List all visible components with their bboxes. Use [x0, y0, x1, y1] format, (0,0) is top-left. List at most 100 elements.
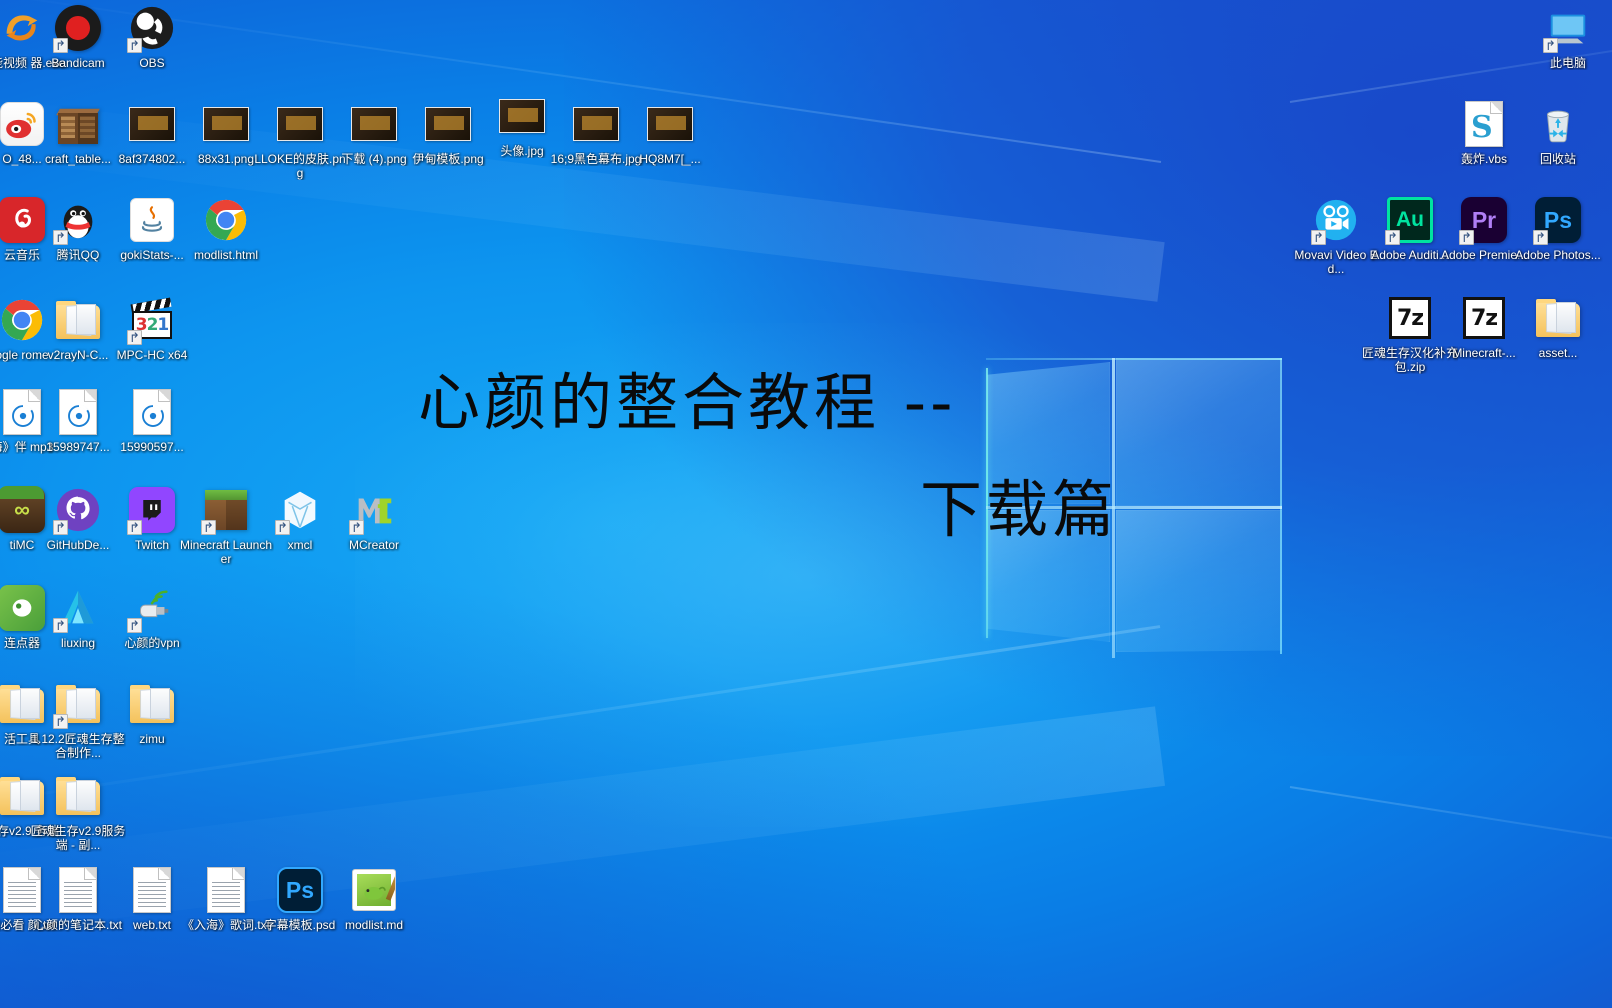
- desktop-icon-markdown-notepad[interactable]: modlist.md: [326, 866, 422, 932]
- folder-glyph: [1536, 299, 1580, 337]
- desktop-icon-folder[interactable]: asset...: [1510, 294, 1606, 360]
- shortcut-arrow-icon: [53, 714, 68, 729]
- desktop-icon-label: asset...: [1538, 346, 1578, 360]
- recycle-bin-icon: [1534, 100, 1582, 148]
- text-file-icon: [202, 866, 250, 914]
- audio-file-icon: [128, 388, 176, 436]
- desktop-icon-label: HQ8M7[_...: [639, 152, 701, 166]
- folder-glyph: [130, 685, 174, 723]
- image-file-icon: [128, 100, 176, 148]
- vbscript-file-icon: S: [1460, 100, 1508, 148]
- desktop-icon-mpc-hc[interactable]: 321 MPC-HC x64: [104, 296, 200, 362]
- adobe-photoshop-icon: Ps: [1533, 196, 1582, 245]
- image-file-icon: [646, 100, 694, 148]
- folder-icon: [1534, 294, 1582, 342]
- image-thumbnail: [425, 107, 471, 141]
- bandicam-icon: [53, 4, 102, 53]
- shortcut-arrow-icon: [127, 38, 142, 53]
- shortcut-arrow-icon: [1311, 230, 1326, 245]
- tencent-qq-icon: [53, 196, 102, 245]
- folder-icon: [54, 296, 102, 344]
- audio-doc: [59, 389, 97, 435]
- folder-icon: [128, 680, 176, 728]
- github-desktop-icon: [53, 486, 102, 535]
- image-thumbnail: [129, 107, 175, 141]
- desktop-icon-recycle-bin[interactable]: 回收站: [1510, 100, 1606, 166]
- image-thumbnail: [647, 107, 693, 141]
- sevenzip-archive-icon: 7z: [1460, 294, 1508, 342]
- windows-logo-pane-top-left: [987, 362, 1110, 504]
- image-file-icon: [572, 100, 620, 148]
- folder-icon: [53, 680, 102, 729]
- image-thumbnail: [351, 107, 397, 141]
- sevenzip-archive-icon: 7z: [1386, 294, 1434, 342]
- obs-icon: [127, 4, 176, 53]
- adobe-premiere-icon: Pr: [1459, 196, 1508, 245]
- desktop-icon-folder[interactable]: zimu: [104, 680, 200, 746]
- windows-logo-pane-bottom-right: [1116, 510, 1282, 652]
- desktop-icon-folder[interactable]: 匠魂生存v2.9服务端 - 副...: [30, 772, 126, 852]
- twitch-icon: [127, 486, 176, 535]
- windows-logo: [986, 358, 1282, 658]
- desktop-icon-audio-file[interactable]: 15990597...: [104, 388, 200, 454]
- text-file-icon: [128, 866, 176, 914]
- shortcut-arrow-icon: [127, 330, 142, 345]
- desktop-icon-label: MPC-HC x64: [116, 348, 188, 362]
- shortcut-arrow-icon: [1385, 230, 1400, 245]
- mpc-hc-icon: 321: [127, 296, 176, 345]
- windows-logo-edge-left: [986, 368, 988, 638]
- image-file-icon: [424, 100, 472, 148]
- shortcut-arrow-icon: [1543, 38, 1558, 53]
- shortcut-arrow-icon: [53, 230, 68, 245]
- chrome-html-icon: [202, 196, 250, 244]
- desktop-icon-label: 心颜的vpn: [124, 636, 180, 650]
- windows-logo-divider-vertical: [1112, 358, 1115, 658]
- liuxing-icon: [53, 584, 102, 633]
- desktop-icon-label: zimu: [139, 732, 165, 746]
- photoshop-file-icon: Ps: [276, 866, 324, 914]
- minecraft-launcher-icon: [201, 486, 250, 535]
- vpn-usb-icon: [127, 584, 176, 633]
- image-thumbnail: [499, 99, 545, 133]
- shortcut-arrow-icon: [201, 520, 216, 535]
- crafting-table-glyph: [56, 102, 100, 146]
- markdown-notepad-icon: [350, 866, 398, 914]
- windows-logo-divider-horizontal: [986, 506, 1282, 509]
- windows-logo-edge-top: [986, 358, 1282, 360]
- image-file-icon: [276, 100, 324, 148]
- java-jar-icon: [128, 196, 176, 244]
- desktop-icon-label: 匠魂生存v2.9服务端 - 副...: [30, 824, 126, 852]
- shortcut-arrow-icon: [349, 520, 364, 535]
- desktop-icon-label: MCreator: [348, 538, 399, 552]
- vbs-doc: S: [1465, 101, 1503, 147]
- desktop-icon-label: modlist.html: [193, 248, 258, 262]
- movavi-video-editor-icon: [1311, 196, 1360, 245]
- shortcut-arrow-icon: [53, 618, 68, 633]
- this-pc-icon: [1543, 4, 1592, 53]
- windows-logo-pane-top-right: [1116, 358, 1282, 506]
- image-thumbnail: [277, 107, 323, 141]
- text-doc: [59, 867, 97, 913]
- image-thumbnail: [573, 107, 619, 141]
- desktop-icon-label: modlist.md: [344, 918, 403, 932]
- desktop-icon-image-file[interactable]: HQ8M7[_...: [622, 100, 718, 166]
- folder-glyph: [56, 301, 100, 339]
- folder-glyph: [56, 777, 100, 815]
- minecraft-crafting-table-icon: [54, 100, 102, 148]
- desktop-icon-this-pc[interactable]: 此电脑: [1520, 4, 1612, 70]
- desktop-icon-chrome-html[interactable]: modlist.html: [178, 196, 274, 262]
- adobe-audition-icon: Au: [1385, 196, 1434, 245]
- desktop-icon-vpn-usb[interactable]: 心颜的vpn: [104, 584, 200, 650]
- desktop-icon-label: 15990597...: [120, 440, 184, 454]
- xmcl-icon: [275, 486, 324, 535]
- desktop-icon-label: OBS: [139, 56, 165, 70]
- desktop-icon-label: Adobe Photos...: [1515, 248, 1601, 262]
- audio-file-icon: [54, 388, 102, 436]
- text-file-icon: [54, 866, 102, 914]
- shortcut-arrow-icon: [1459, 230, 1474, 245]
- image-thumbnail: [203, 107, 249, 141]
- shortcut-arrow-icon: [1533, 230, 1548, 245]
- desktop-icon-mcreator[interactable]: MCreator: [326, 486, 422, 552]
- desktop-icon-obs[interactable]: OBS: [104, 4, 200, 70]
- desktop-icon-adobe-photoshop[interactable]: Ps Adobe Photos...: [1510, 196, 1606, 262]
